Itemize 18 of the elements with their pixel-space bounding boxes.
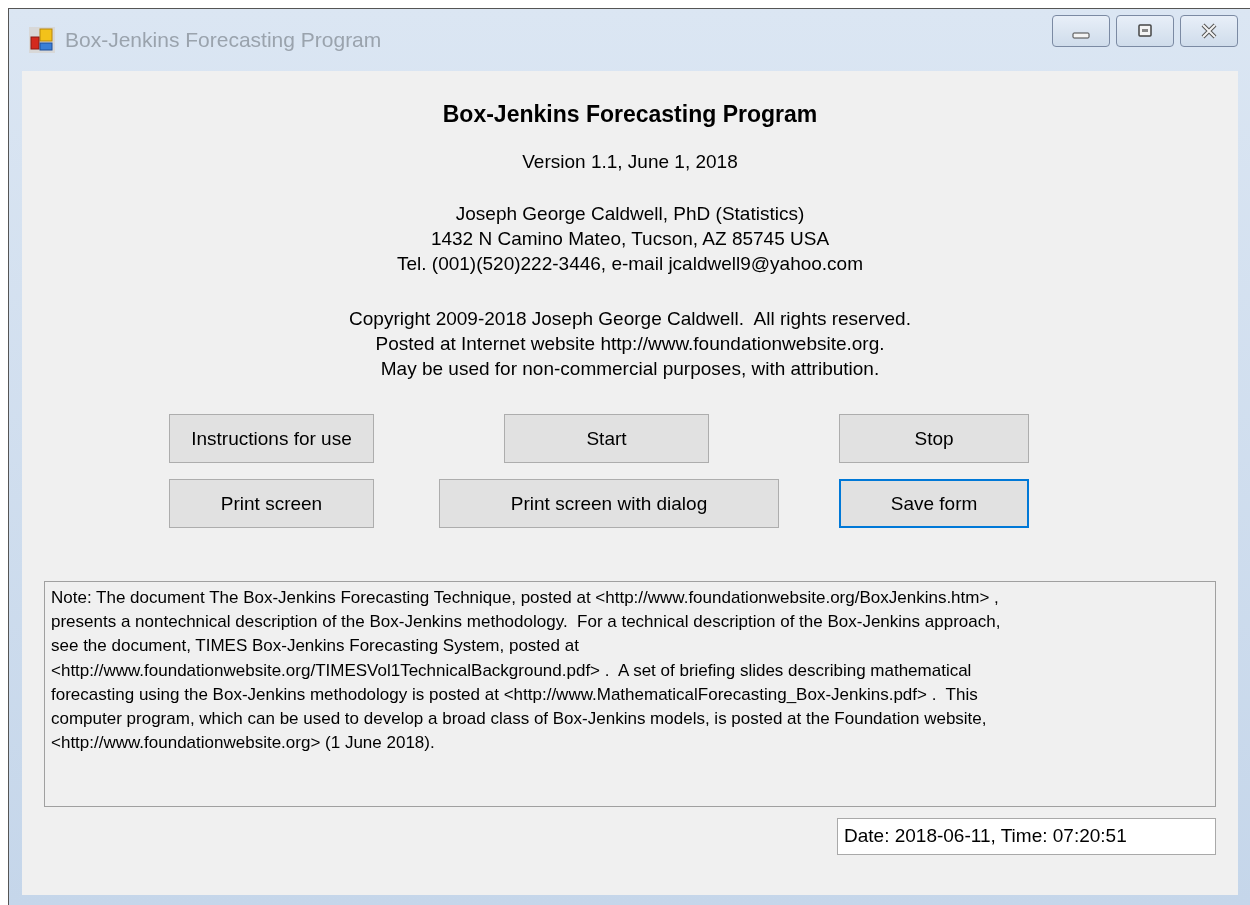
action-button[interactable]: Start (504, 414, 709, 463)
program-title: Box-Jenkins Forecasting Program (441, 101, 819, 128)
close-button[interactable] (1180, 15, 1238, 47)
author-text: Joseph George Caldwell, PhD (Statistics) 1432 N Camino Mateo, Tucson, AZ 85745 USA Tel. (001)(520)222-3446, e-mail jcaldwell9@yahoo.com (396, 202, 864, 276)
minimize-icon (1072, 32, 1090, 39)
action-button[interactable]: Save form (839, 479, 1029, 528)
window-title: Box-Jenkins Forecasting Program (65, 28, 383, 52)
action-button[interactable]: Instructions for use (169, 414, 374, 463)
copyright-text: Copyright 2009-2018 Joseph George Caldwell. All rights reserved. Posted at Internet website http://www.foundationwebsite.org. May be used for non-commercial purposes, with attribution. (348, 307, 912, 381)
minimize-button[interactable] (1052, 15, 1110, 47)
action-button[interactable]: Print screen (169, 479, 374, 528)
app-icon (29, 27, 55, 53)
version-text: Version 1.1, June 1, 2018 (521, 151, 739, 173)
action-button[interactable]: Print screen with dialog (439, 479, 779, 528)
maximize-button[interactable] (1116, 15, 1174, 47)
action-button[interactable]: Stop (839, 414, 1029, 463)
note-text-box[interactable]: Note: The document The Box-Jenkins Forecasting Technique, posted at <http://www.foundationwebsite.org/BoxJenkins.htm> , presents a nontechnical description of the Box-Jenkins methodology. For a technical description of the Box-Jenkins approach, see the document, TIMES Box-Jenkins Forecasting System, posted at <http://www.foundationwebsite.org/TIMESVol1TechnicalBackground.pdf> . A set of briefing slides describing mathematical forecasting using the Box-Jenkins methodology is posted at <http://www.MathematicalForecasting_Box-Jenkins.pdf> . This computer program, which can be used to develop a broad class of Box-Jenkins models, is posted at the Foundation website, <http://www.foundationwebsite.org> (1 June 2018). (44, 581, 1216, 807)
datetime-field[interactable]: Date: 2018-06-11, Time: 07:20:51 (837, 818, 1216, 855)
